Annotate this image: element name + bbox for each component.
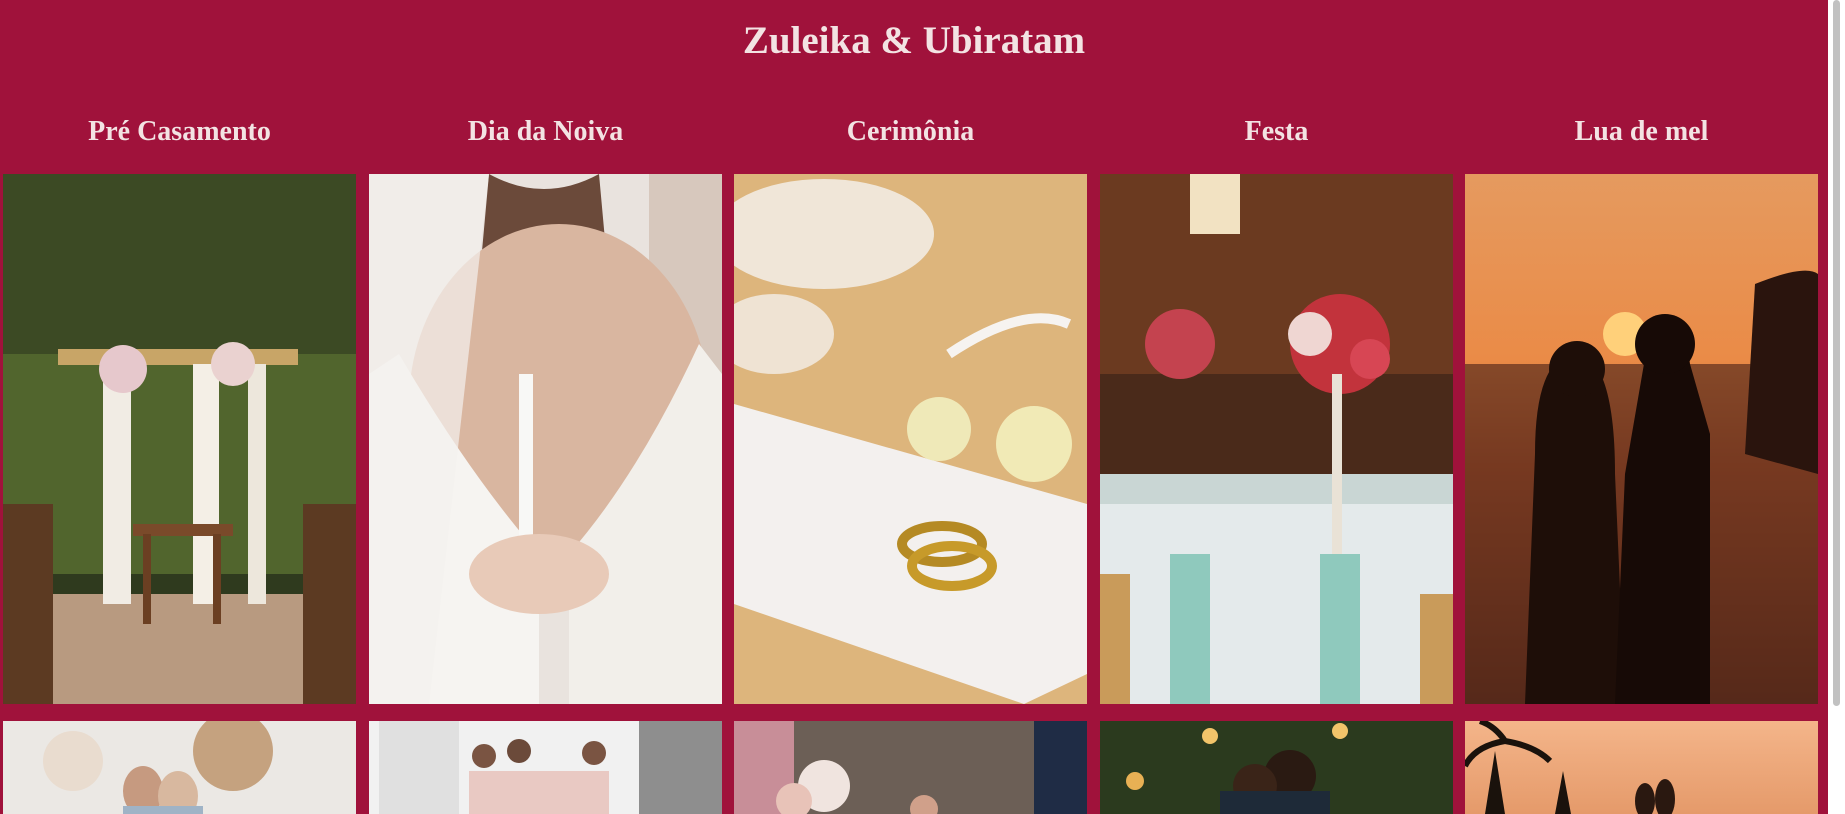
photo-cerimonia-bouquet[interactable]	[734, 721, 1087, 814]
column-header-festa: Festa	[1244, 116, 1309, 147]
forest-couple-image	[1100, 721, 1453, 814]
scrollbar-thumb[interactable]	[1833, 0, 1840, 706]
column-header-pre-casamento: Pré Casamento	[88, 116, 271, 147]
wedding-rings-image	[734, 174, 1087, 704]
photo-festa-forest[interactable]	[1100, 721, 1453, 814]
photo-lua-de-mel-sunset[interactable]	[1465, 174, 1818, 704]
photo-lua-de-mel-beach[interactable]	[1465, 721, 1818, 814]
column-header-cerimonia: Cerimônia	[846, 116, 975, 147]
photo-festa-reception[interactable]	[1100, 174, 1453, 704]
reception-hall-image	[1100, 174, 1453, 704]
beach-palms-image	[1465, 721, 1818, 814]
photo-dia-da-noiva-dress[interactable]	[369, 174, 722, 704]
photo-pre-casamento-couple[interactable]	[3, 721, 356, 814]
page-title: Zuleika & Ubiratam	[742, 19, 1086, 62]
bouquet-image	[734, 721, 1087, 814]
photo-cerimonia-rings[interactable]	[734, 174, 1087, 704]
column-header-lua-de-mel: Lua de mel	[1574, 116, 1709, 147]
page: Zuleika & Ubiratam Pré Casamento Dia da …	[0, 0, 1828, 814]
photo-dia-da-noiva-bridesmaids[interactable]	[369, 721, 722, 814]
bridesmaids-image	[369, 721, 722, 814]
vertical-scrollbar[interactable]	[1828, 0, 1845, 814]
gallery-headers: Pré Casamento Dia da Noiva Cerimônia Fes…	[3, 112, 1821, 152]
sunset-couple-image	[1465, 174, 1818, 704]
bride-dress-image	[369, 174, 722, 704]
couple-flowers-image	[3, 721, 356, 814]
photo-pre-casamento-arch[interactable]	[3, 174, 356, 704]
outdoor-arch-image	[3, 174, 356, 704]
column-header-dia-da-noiva: Dia da Noiva	[467, 116, 624, 147]
